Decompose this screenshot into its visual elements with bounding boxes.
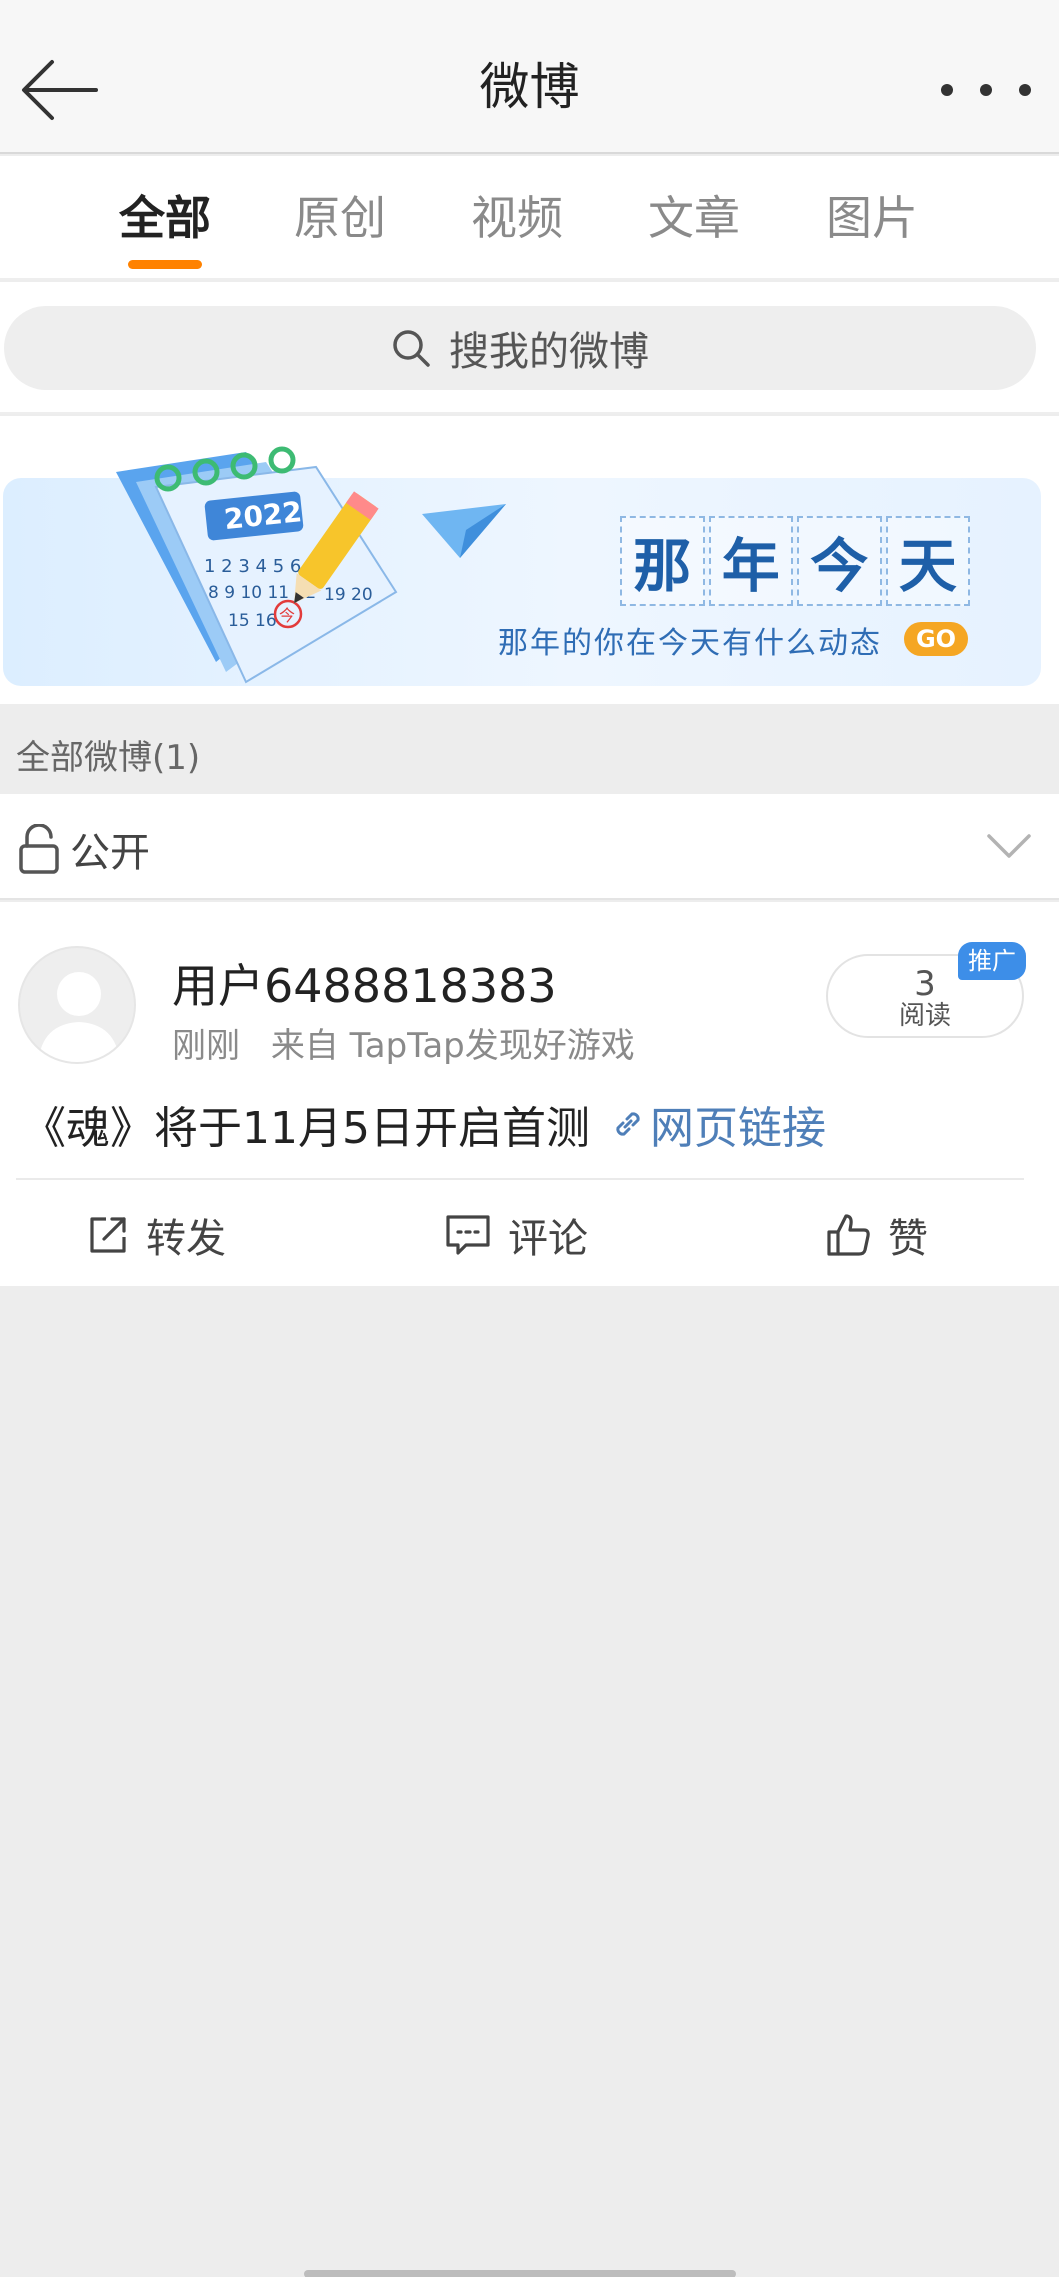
calendar-numbers-row-3: 15 16 xyxy=(228,611,277,631)
post-source[interactable]: 来自 TapTap发现好游戏 xyxy=(271,1026,635,1066)
page: 微博 全部 原创 视频 文章 图片 搜我的微博 2022 1 2 3 4 5 6… xyxy=(0,0,1059,2277)
page-title: 微博 xyxy=(479,58,580,116)
search-placeholder: 搜我的微博 xyxy=(449,329,649,375)
calendar-numbers-row-1: 1 2 3 4 5 6 xyxy=(204,556,301,577)
read-label: 阅读 xyxy=(898,1001,951,1031)
search-input[interactable]: 搜我的微博 xyxy=(4,306,1036,390)
like-button[interactable]: 赞 xyxy=(826,1206,928,1264)
banner-title-char: 年 xyxy=(708,516,793,606)
tab-article[interactable]: 文章 xyxy=(648,188,740,248)
banner-title: 那 年 今 天 xyxy=(620,516,970,606)
visibility-filter[interactable]: 公开 xyxy=(0,794,1059,900)
calendar-numbers-row-4: 19 20 xyxy=(324,585,373,605)
active-tab-indicator xyxy=(128,260,202,269)
section-header: 全部微博(1) xyxy=(0,704,1059,794)
more-dot-icon xyxy=(1019,84,1031,96)
banner-subtitle: 那年的你在今天有什么动态 xyxy=(498,626,882,661)
tab-image[interactable]: 图片 xyxy=(826,188,918,248)
banner-title-char: 今 xyxy=(797,516,882,606)
web-link-label: 网页链接 xyxy=(649,1103,826,1154)
comment-button[interactable]: 评论 xyxy=(444,1206,588,1264)
unlock-icon xyxy=(19,824,59,874)
web-link[interactable]: 网页链接 xyxy=(610,1092,826,1156)
post-username[interactable]: 用户6488818383 xyxy=(172,950,557,1016)
post-actions: 转发 评论 赞 xyxy=(0,1180,1059,1286)
thumbs-up-icon xyxy=(827,1214,870,1256)
visibility-label: 公开 xyxy=(70,830,150,876)
repost-label: 转发 xyxy=(146,1216,226,1262)
repost-icon xyxy=(90,1217,126,1253)
post-meta: 刚刚 来自 TapTap发现好游戏 xyxy=(172,1018,635,1067)
top-bar: 微博 xyxy=(0,0,1059,154)
more-dot-icon xyxy=(980,84,992,96)
banner-title-char: 那 xyxy=(620,516,705,606)
repost-button[interactable]: 转发 xyxy=(86,1206,226,1264)
tab-original[interactable]: 原创 xyxy=(294,188,386,248)
section-title: 全部微博(1) xyxy=(16,738,201,778)
tab-all[interactable]: 全部 xyxy=(119,188,211,248)
promo-badge[interactable]: 推广 xyxy=(958,942,1026,980)
post-text: 《魂》将于11月5日开启首测 xyxy=(22,1103,590,1154)
post-card[interactable]: 用户6488818383 刚刚 来自 TapTap发现好游戏 3 阅读 推广 《… xyxy=(0,902,1059,1286)
search-icon xyxy=(393,330,430,367)
home-indicator xyxy=(304,2270,736,2277)
tab-bar: 全部 原创 视频 文章 图片 xyxy=(0,156,1059,280)
more-button[interactable] xyxy=(941,72,1031,108)
calendar-today-mark: 今 xyxy=(279,606,295,625)
search-section: 搜我的微博 xyxy=(0,282,1059,414)
default-avatar-icon xyxy=(38,972,120,1062)
chevron-down-icon[interactable] xyxy=(985,828,1033,862)
calendar-illustration: 2022 1 2 3 4 5 6 8 9 10 11 12 15 16 19 2… xyxy=(116,446,398,684)
paper-plane-illustration xyxy=(422,504,506,558)
like-label: 赞 xyxy=(888,1216,928,1262)
go-button[interactable]: GO xyxy=(904,622,968,656)
post-content: 《魂》将于11月5日开启首测 网页链接 xyxy=(22,1092,826,1156)
link-icon xyxy=(616,1112,640,1136)
comment-icon xyxy=(446,1215,490,1255)
tab-video[interactable]: 视频 xyxy=(471,188,563,248)
comment-label: 评论 xyxy=(508,1216,588,1262)
more-dot-icon xyxy=(941,84,953,96)
avatar[interactable] xyxy=(18,946,136,1064)
banner-title-char: 天 xyxy=(885,516,970,606)
post-time: 刚刚 xyxy=(172,1026,240,1066)
